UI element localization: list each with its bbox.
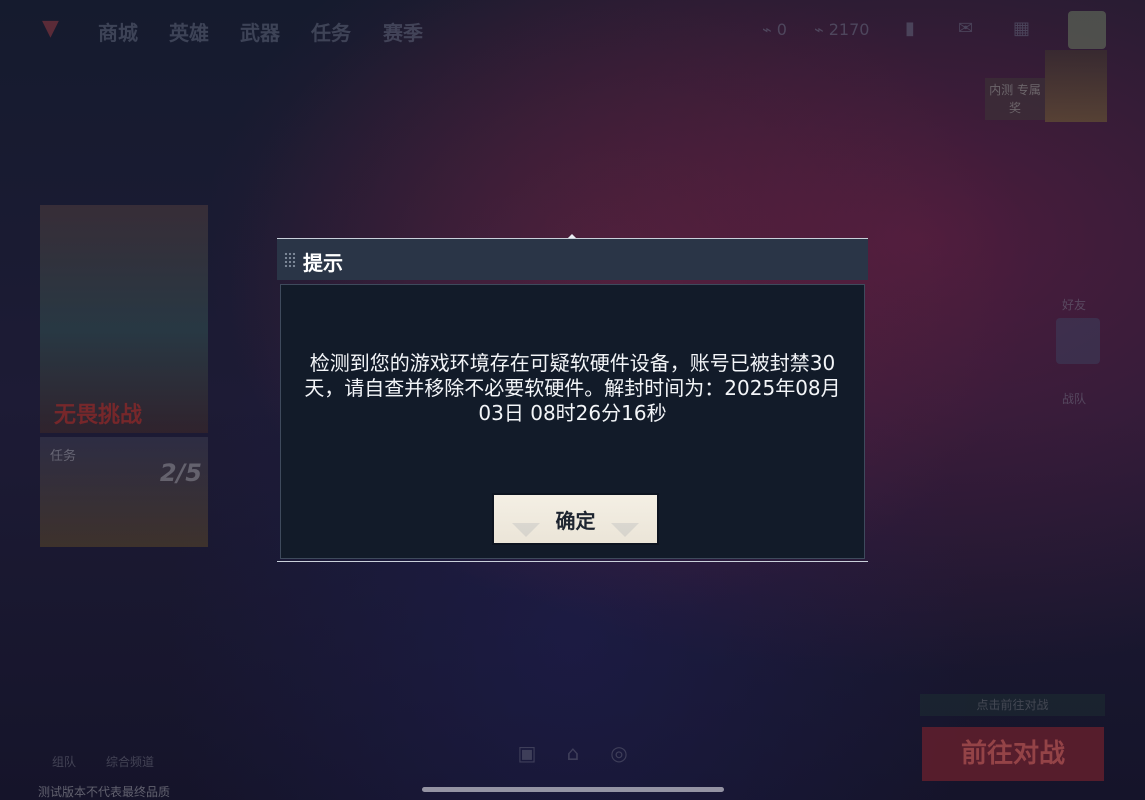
nav-heroes[interactable]: 英雄 xyxy=(169,17,209,46)
dialog-body: 检测到您的游戏环境存在可疑软硬件设备，账号已被封禁30天，请自查并移除不必要软硬… xyxy=(280,284,865,559)
home-icon[interactable]: ⌂ xyxy=(560,741,586,767)
friends-label: 好友 xyxy=(1062,298,1087,312)
top-nav-bar: ▼ 商城 英雄 武器 任务 赛季 ⌁ 0 ⌁ 2170 ▮ ✉ ▦ xyxy=(0,0,1145,62)
settings-icon[interactable]: ◎ xyxy=(606,741,632,767)
event-card[interactable]: 无畏挑战 xyxy=(40,205,208,433)
nav-weapons[interactable]: 武器 xyxy=(240,17,280,46)
team-label: 战队 xyxy=(1062,392,1087,406)
grid-menu-icon[interactable]: ▦ xyxy=(1013,18,1035,39)
confirm-button[interactable]: 确定 xyxy=(492,493,659,545)
task-card[interactable]: 任务 2/5 xyxy=(40,437,208,547)
chat-label[interactable]: 组队 xyxy=(52,753,76,770)
bag-icon[interactable]: ▣ xyxy=(514,741,540,767)
avatar[interactable] xyxy=(1068,11,1106,49)
nav-shop[interactable]: 商城 xyxy=(98,17,138,46)
dialog-header: 提示 xyxy=(277,238,868,280)
currency-b-value: 2170 xyxy=(828,20,870,39)
currency-b: ⌁ 2170 xyxy=(814,20,870,39)
portrait-tag: 内测 专属奖 xyxy=(985,78,1045,120)
task-card-label: 任务 xyxy=(50,449,77,464)
chevron-decor-right-icon xyxy=(611,523,639,537)
friends-button[interactable] xyxy=(1056,318,1100,364)
currency-a: ⌁ 0 xyxy=(762,20,787,39)
channel-label[interactable]: 综合频道 xyxy=(106,753,154,770)
battle-hint: 点击前往对战 xyxy=(920,694,1105,716)
nav-tasks[interactable]: 任务 xyxy=(311,17,351,46)
mail-icon[interactable]: ✉ xyxy=(958,18,980,39)
drag-grip-icon xyxy=(284,252,296,268)
game-logo-icon: ▼ xyxy=(42,16,59,41)
signal-icon[interactable]: ▮ xyxy=(905,18,927,39)
dialog-title: 提示 xyxy=(303,251,343,275)
currency-a-value: 0 xyxy=(776,20,787,39)
dialog-message: 检测到您的游戏环境存在可疑软硬件设备，账号已被封禁30天，请自查并移除不必要软硬… xyxy=(304,351,841,425)
chevron-decor-left-icon xyxy=(512,523,540,537)
confirm-button-face[interactable]: 确定 xyxy=(494,495,657,543)
nav-season[interactable]: 赛季 xyxy=(383,17,423,46)
hero-portrait xyxy=(1045,50,1107,122)
home-indicator-bar[interactable] xyxy=(422,787,724,792)
dialog-bottom-border xyxy=(277,561,868,562)
event-card-title: 无畏挑战 xyxy=(54,403,143,428)
task-card-count: 2/5 xyxy=(159,459,202,487)
confirm-button-label: 确定 xyxy=(555,508,596,533)
build-disclaimer: 测试版本不代表最终品质 xyxy=(38,785,171,799)
ban-notice-dialog: ⬘ 提示 检测到您的游戏环境存在可疑软硬件设备，账号已被封禁30天，请自查并移除… xyxy=(277,231,868,563)
go-battle-button[interactable]: 前往对战 xyxy=(922,727,1104,781)
